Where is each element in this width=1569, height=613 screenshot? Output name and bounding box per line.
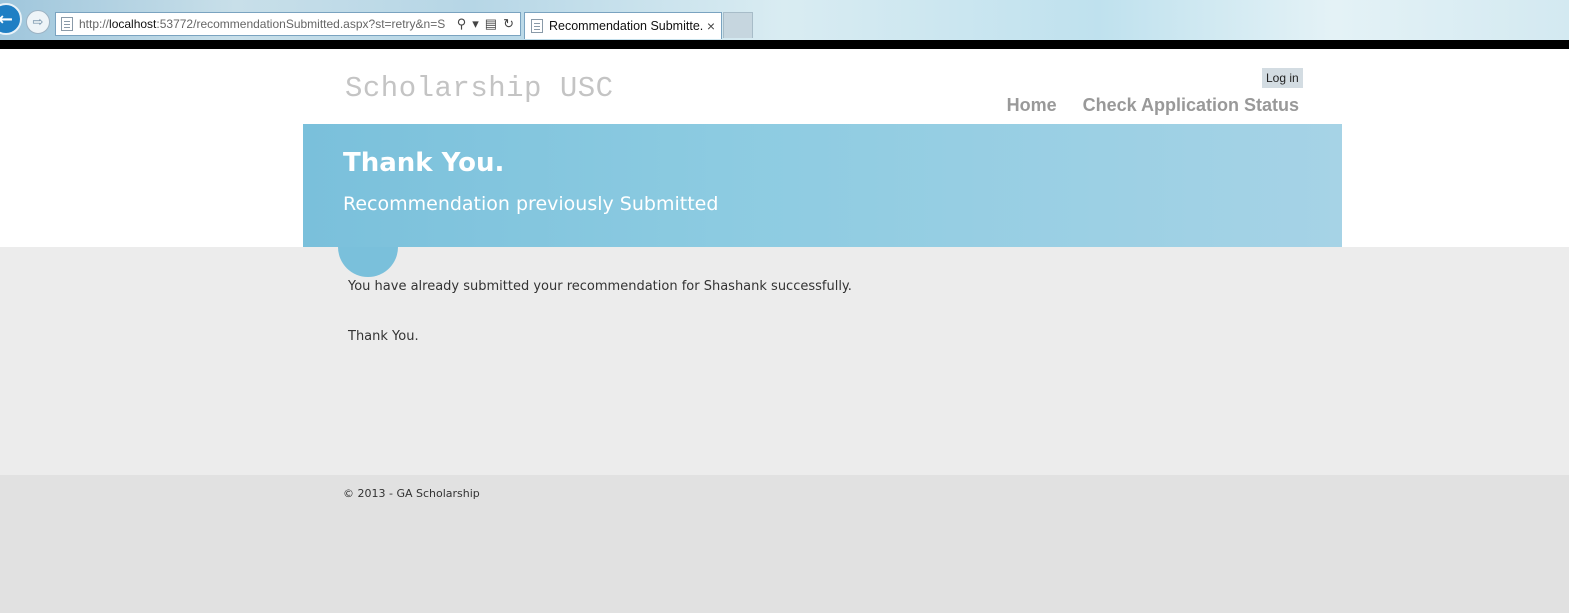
nav-check-status-link[interactable]: Check Application Status (1083, 95, 1299, 116)
login-link[interactable]: Log in (1262, 68, 1303, 88)
search-icon[interactable]: ⚲ (457, 16, 467, 32)
tab-page-icon (531, 19, 543, 33)
url-prefix: http:// (79, 17, 110, 31)
compat-view-icon[interactable]: ▤ (485, 16, 497, 32)
dropdown-icon[interactable]: ▾ (472, 16, 479, 32)
decorative-half-circle (338, 247, 398, 277)
back-arrow-icon[interactable]: ← (0, 3, 22, 35)
site-title[interactable]: Scholarship USC (345, 72, 614, 105)
site-footer: © 2013 - GA Scholarship (0, 475, 1569, 613)
new-tab-button[interactable] (723, 12, 753, 38)
main-content: You have already submitted your recommen… (0, 247, 1569, 475)
site-header: Scholarship USC Log in Home Check Applic… (0, 49, 1569, 124)
toolbar-separator (0, 40, 1569, 49)
forward-arrow-icon[interactable]: ⇨ (26, 10, 50, 34)
url-path: :53772/recommendationSubmitted.aspx?st=r… (156, 17, 446, 31)
close-tab-icon[interactable]: × (703, 18, 719, 34)
refresh-icon[interactable]: ↻ (503, 16, 514, 32)
confirmation-message: You have already submitted your recommen… (348, 279, 852, 294)
address-bar-icons: ⚲ ▾ ▤ ↻ (451, 16, 520, 32)
tab-title: Recommendation Submitte... (549, 19, 703, 33)
copyright-text: © 2013 - GA Scholarship (343, 487, 480, 500)
url-text[interactable]: http://localhost:53772/recommendationSub… (79, 17, 451, 31)
main-nav: Home Check Application Status (1007, 95, 1299, 116)
closing-message: Thank You. (348, 329, 419, 344)
page-icon (61, 17, 73, 31)
browser-chrome: ← ⇨ http://localhost:53772/recommendatio… (0, 0, 1569, 40)
address-bar[interactable]: http://localhost:53772/recommendationSub… (55, 12, 521, 36)
nav-home-link[interactable]: Home (1007, 95, 1057, 116)
url-host: localhost (109, 17, 157, 31)
featured-wrapper: Thank You. Recommendation previously Sub… (0, 124, 1569, 247)
browser-tab[interactable]: Recommendation Submitte... × (524, 12, 722, 39)
page-title: Thank You. (343, 148, 505, 178)
featured-banner: Thank You. Recommendation previously Sub… (303, 124, 1342, 247)
page-subtitle: Recommendation previously Submitted (343, 193, 719, 215)
